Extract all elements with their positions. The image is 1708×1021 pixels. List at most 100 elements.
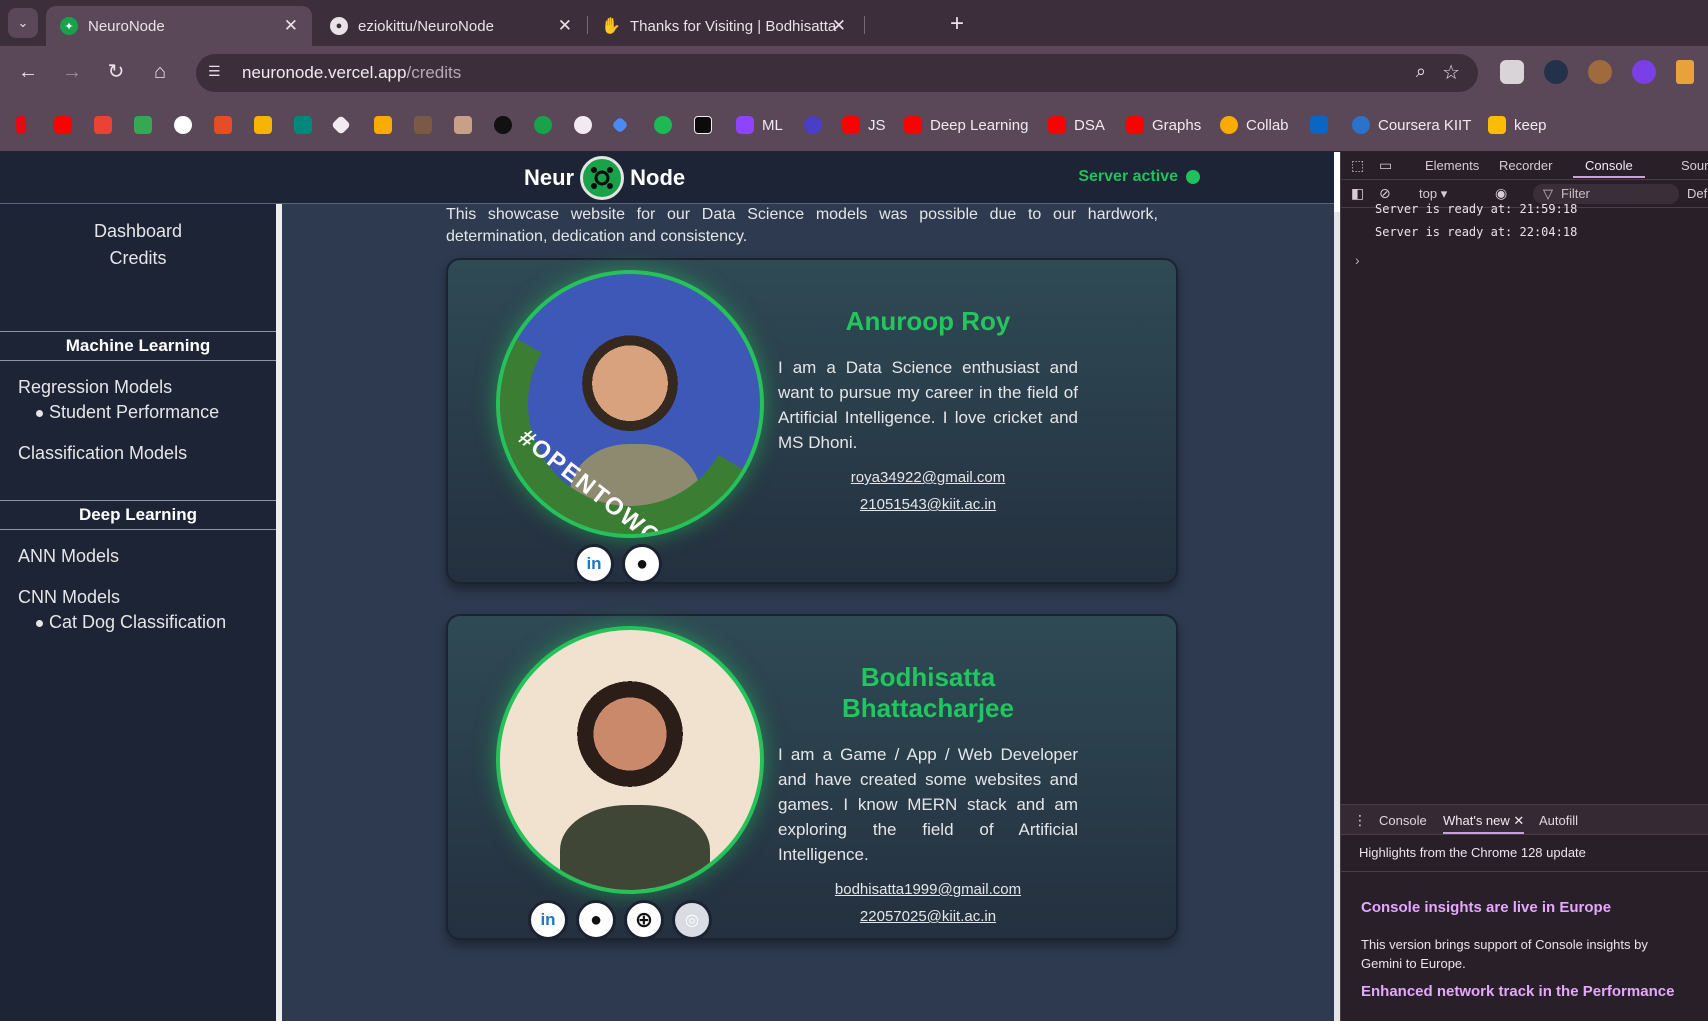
devtools-tab-console[interactable]: Console [1573, 158, 1645, 178]
bookmark-dsa[interactable]: DSA [1048, 114, 1105, 136]
extension-code-icon[interactable] [1544, 60, 1568, 84]
globe-icon[interactable]: ⊕ [624, 900, 664, 940]
close-icon[interactable]: ✕ [832, 16, 846, 36]
devtools-tab-sources[interactable]: Sour [1681, 158, 1708, 173]
console-prompt-icon[interactable]: › [1355, 252, 1360, 268]
more-vertical-icon[interactable]: ⋮ [1353, 812, 1367, 829]
bookmark-meet[interactable] [294, 114, 312, 136]
server-status: Server active [1078, 168, 1200, 186]
tab-github[interactable]: ● eziokittu/NeuroNode ✕ [316, 6, 586, 46]
bookmark-gmail[interactable] [94, 114, 112, 136]
reload-button[interactable]: ↻ [102, 58, 130, 86]
sidebar-item-regression-models[interactable]: Regression Models [18, 377, 172, 398]
github-icon[interactable]: ● [576, 900, 616, 940]
github-icon[interactable]: ● [622, 544, 662, 584]
context-selector[interactable]: top ▾ [1419, 186, 1447, 202]
instagram-icon[interactable]: ◎ [672, 900, 712, 940]
email-link[interactable]: 21051543@kiit.ac.in [778, 496, 1078, 513]
close-icon[interactable]: ✕ [558, 16, 572, 36]
bookmark-avatar-1[interactable] [414, 114, 432, 136]
pen-icon[interactable] [1676, 60, 1694, 84]
news-title[interactable]: Enhanced network track in the Performanc… [1361, 983, 1674, 1000]
bookmark-linkedin[interactable] [1310, 114, 1328, 136]
address-bar[interactable]: ☰ neuronode.vercel.app/credits ⌕ ☆ [196, 54, 1478, 92]
home-button[interactable]: ⌂ [146, 58, 174, 86]
bookmark-neuronode[interactable] [534, 114, 552, 136]
sidebar-item-classification-models[interactable]: Classification Models [18, 443, 187, 464]
devtools-tab-recorder[interactable]: Recorder [1499, 158, 1552, 173]
new-tab-button[interactable]: + [950, 10, 964, 38]
bookmark-analytics[interactable] [374, 114, 392, 136]
tab-bodhisatta[interactable]: ✋ Thanks for Visiting | Bodhisatta ✕ [588, 6, 860, 46]
bookmark-chain[interactable] [804, 114, 822, 136]
bookmark-classroom[interactable] [254, 114, 272, 136]
bookmark-keep[interactable]: keep [1488, 114, 1547, 136]
sidebar-section-deep-learning: Deep Learning [0, 500, 276, 530]
credits-main: This showcase website for our Data Scien… [282, 204, 1334, 1021]
email-link[interactable]: bodhisatta1999@gmail.com [778, 881, 1078, 898]
bookmark-drive[interactable] [134, 114, 152, 136]
bookmark-collab[interactable]: Collab [1220, 114, 1289, 136]
bookmark-face[interactable] [494, 114, 512, 136]
sidebar-item-student-performance[interactable]: Student Performance [36, 402, 219, 423]
address-url[interactable]: neuronode.vercel.app/credits [242, 63, 461, 83]
bookmark-github[interactable] [174, 114, 192, 136]
email-link[interactable]: roya34922@gmail.com [778, 469, 1078, 486]
site-info-icon[interactable]: ☰ [208, 63, 228, 83]
sidebar-item-dashboard[interactable]: Dashboard [0, 218, 276, 245]
devtools-tab-elements[interactable]: Elements [1425, 158, 1479, 173]
browser-toolbar: ← → ↻ ⌂ ☰ neuronode.vercel.app/credits ⌕… [0, 46, 1708, 98]
bookmark-x[interactable] [214, 114, 232, 136]
sidebar-item-credits[interactable]: Credits [0, 245, 276, 272]
brand-logo[interactable]: Neur Node [524, 156, 685, 200]
bookmark-label: Graphs [1152, 116, 1202, 134]
drawer-tab-console[interactable]: Console [1379, 813, 1427, 828]
bookmark-youtube[interactable] [54, 114, 72, 136]
clear-console-icon[interactable]: ⊘ [1379, 185, 1391, 202]
cookie-icon[interactable] [1588, 60, 1612, 84]
neuronode-icon [534, 116, 552, 134]
log-level-selector[interactable]: Def [1687, 186, 1707, 201]
bookmark-gemini[interactable] [611, 114, 629, 136]
forward-button[interactable]: → [58, 58, 86, 86]
drawer-tab-whats-new[interactable]: What's new ✕ [1443, 813, 1525, 834]
news-body: This version brings support of Console i… [1361, 937, 1648, 971]
bookmark-graphs[interactable]: Graphs [1126, 114, 1201, 136]
zoom-icon[interactable]: ⌕ [1416, 61, 1426, 82]
bookmark-spotify[interactable] [654, 114, 672, 136]
linkedin-icon[interactable]: in [574, 544, 614, 584]
sidebar-item-cat-dog-classification[interactable]: Cat Dog Classification [36, 612, 226, 633]
linkedin-icon[interactable]: in [528, 900, 568, 940]
back-button[interactable]: ← [14, 58, 42, 86]
tab-search-button[interactable]: ⌄ [8, 8, 38, 38]
news-title[interactable]: Console insights are live in Europe [1361, 899, 1611, 916]
console-log-line: Server is ready at: 21:59:18 [1375, 202, 1578, 216]
bookmark-netflix[interactable] [16, 114, 26, 136]
bookmark-git[interactable] [331, 114, 351, 136]
neuronode-icon: ✦ [60, 17, 78, 35]
console-filter-input[interactable]: ▽ Filter [1533, 184, 1679, 204]
bookmark-avatar-2[interactable] [454, 114, 472, 136]
sidebar-toggle-icon[interactable]: ◧ [1351, 185, 1364, 202]
bookmark-star-icon[interactable]: ☆ [1442, 60, 1460, 85]
bookmark-chatgpt[interactable] [574, 114, 592, 136]
sidebar-item-ann-models[interactable]: ANN Models [18, 546, 119, 567]
moon-icon[interactable] [1632, 60, 1656, 84]
bookmark-js[interactable]: JS [842, 114, 886, 136]
sidebar-item-cnn-models[interactable]: CNN Models [18, 587, 120, 608]
person-bio: I am a Game / App / Web Developer and ha… [778, 745, 1078, 864]
inspect-element-icon[interactable]: ⬚ [1351, 157, 1364, 174]
eye-icon[interactable]: ◉ [1495, 185, 1507, 202]
close-icon[interactable]: ✕ [284, 16, 298, 36]
bookmark-coursera[interactable]: Coursera KIIT [1352, 114, 1471, 136]
extension-profile-icon[interactable] [1500, 60, 1524, 84]
bookmark-ml[interactable]: ML [736, 114, 783, 136]
email-link[interactable]: 22057025@kiit.ac.in [778, 908, 1078, 925]
bookmark-hackerrank[interactable] [694, 114, 712, 136]
device-toolbar-icon[interactable]: ▭ [1379, 157, 1392, 174]
hackerrank-icon [694, 116, 712, 134]
drawer-tab-autofill[interactable]: Autofill [1539, 813, 1578, 828]
tab-neuronode[interactable]: ✦ NeuroNode ✕ [46, 6, 312, 46]
bookmark-deep-learning[interactable]: Deep Learning [904, 114, 1028, 136]
close-icon[interactable]: ✕ [1513, 813, 1524, 828]
